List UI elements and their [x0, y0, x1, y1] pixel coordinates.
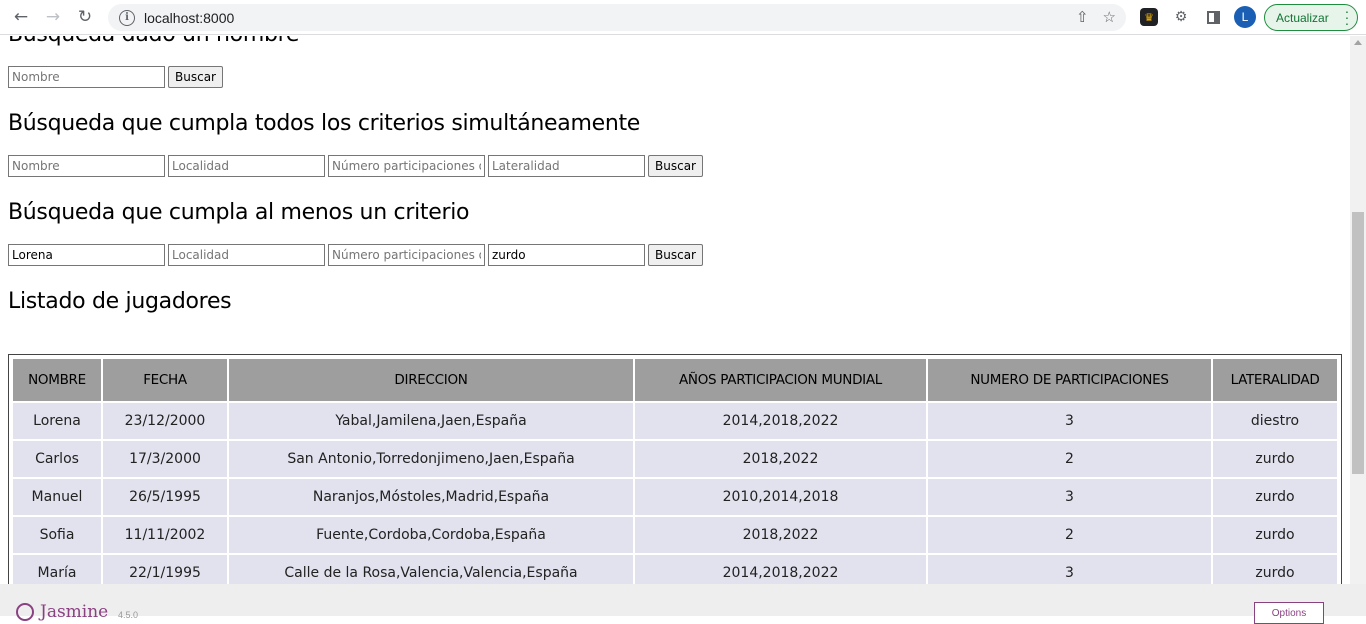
- all-laterality-input[interactable]: [488, 155, 645, 177]
- players-table-wrapper: NOMBRE FECHA DIRECCION AÑOS PARTICIPACIO…: [8, 354, 1342, 584]
- update-label: Actualizar: [1276, 10, 1329, 25]
- side-panel-icon[interactable]: [1202, 6, 1224, 28]
- all-locality-input[interactable]: [168, 155, 325, 177]
- cell-numero: 3: [928, 403, 1211, 439]
- cell-nombre: Sofia: [13, 517, 101, 553]
- table-row: María 22/1/1995 Calle de la Rosa,Valenci…: [13, 555, 1337, 584]
- any-locality-input[interactable]: [168, 244, 325, 266]
- scrollbar-thumb[interactable]: [1352, 212, 1364, 474]
- jasmine-footer: Jasmine 4.5.0 Options: [0, 584, 1366, 624]
- cell-anos: 2010,2014,2018: [635, 479, 926, 515]
- header-anos-participacion: AÑOS PARTICIPACION MUNDIAL: [635, 359, 926, 401]
- scroll-up-icon[interactable]: [1354, 40, 1362, 45]
- table-row: Sofia 11/11/2002 Fuente,Cordoba,Cordoba,…: [13, 517, 1337, 553]
- cell-lateralidad: zurdo: [1213, 441, 1337, 477]
- cell-lateralidad: diestro: [1213, 403, 1337, 439]
- table-row: Manuel 26/5/1995 Naranjos,Móstoles,Madri…: [13, 479, 1337, 515]
- extensions-puzzle-icon[interactable]: ⚙: [1170, 6, 1192, 28]
- bookmark-star-icon[interactable]: ☆: [1103, 8, 1116, 26]
- profile-avatar[interactable]: L: [1234, 6, 1256, 28]
- jasmine-version: 4.5.0: [118, 610, 139, 620]
- cell-nombre: María: [13, 555, 101, 584]
- reload-icon[interactable]: ↻: [74, 6, 96, 28]
- jasmine-name: Jasmine: [40, 602, 109, 622]
- name-input[interactable]: [8, 66, 165, 88]
- cell-direccion: Calle de la Rosa,Valencia,Valencia,Españ…: [229, 555, 633, 584]
- any-participations-input[interactable]: [328, 244, 485, 266]
- extension-crown-icon[interactable]: ♛: [1138, 6, 1160, 28]
- any-name-input[interactable]: [8, 244, 165, 266]
- cell-nombre: Carlos: [13, 441, 101, 477]
- cell-fecha: 17/3/2000: [103, 441, 227, 477]
- header-fecha: FECHA: [103, 359, 227, 401]
- cell-numero: 3: [928, 555, 1211, 584]
- search-all-criteria-title: Búsqueda que cumpla todos los criterios …: [8, 111, 641, 136]
- cell-nombre: Manuel: [13, 479, 101, 515]
- search-all-criteria-button[interactable]: Buscar: [648, 155, 703, 177]
- update-button[interactable]: Actualizar · · ·: [1264, 4, 1358, 31]
- forward-icon[interactable]: →: [42, 6, 64, 28]
- table-row: Carlos 17/3/2000 San Antonio,Torredonjim…: [13, 441, 1337, 477]
- cell-lateralidad: zurdo: [1213, 555, 1337, 584]
- cell-direccion: Fuente,Cordoba,Cordoba,España: [229, 517, 633, 553]
- cell-direccion: Naranjos,Móstoles,Madrid,España: [229, 479, 633, 515]
- header-numero-participaciones: NUMERO DE PARTICIPACIONES: [928, 359, 1211, 401]
- players-list-title: Listado de jugadores: [8, 289, 232, 314]
- cell-lateralidad: zurdo: [1213, 479, 1337, 515]
- options-button[interactable]: Options: [1254, 602, 1324, 624]
- search-any-criteria-button[interactable]: Buscar: [648, 244, 703, 266]
- cell-numero: 2: [928, 441, 1211, 477]
- header-lateralidad: LATERALIDAD: [1213, 359, 1337, 401]
- browser-toolbar: ← → ↻ i localhost:8000 ⇧ ☆ ♛ ⚙ L Actuali…: [0, 0, 1366, 35]
- all-name-input[interactable]: [8, 155, 165, 177]
- cell-fecha: 22/1/1995: [103, 555, 227, 584]
- cell-fecha: 11/11/2002: [103, 517, 227, 553]
- cell-lateralidad: zurdo: [1213, 517, 1337, 553]
- jasmine-flower-icon: [16, 603, 34, 621]
- search-by-name-button[interactable]: Buscar: [168, 66, 223, 88]
- site-info-icon[interactable]: i: [119, 9, 135, 26]
- search-by-name-form: Buscar: [8, 66, 1342, 88]
- search-any-criteria-title: Búsqueda que cumpla al menos un criterio: [8, 200, 470, 225]
- header-direccion: DIRECCION: [229, 359, 633, 401]
- search-all-criteria-form: Buscar: [8, 155, 1342, 177]
- back-icon[interactable]: ←: [10, 6, 32, 28]
- cell-fecha: 26/5/1995: [103, 479, 227, 515]
- players-table: NOMBRE FECHA DIRECCION AÑOS PARTICIPACIO…: [11, 357, 1339, 584]
- header-nombre: NOMBRE: [13, 359, 101, 401]
- cell-anos: 2014,2018,2022: [635, 555, 926, 584]
- search-any-criteria-form: Buscar: [8, 244, 1342, 266]
- cell-direccion: San Antonio,Torredonjimeno,Jaen,España: [229, 441, 633, 477]
- url-text[interactable]: localhost:8000: [144, 10, 234, 26]
- cell-direccion: Yabal,Jamilena,Jaen,España: [229, 403, 633, 439]
- cell-nombre: Lorena: [13, 403, 101, 439]
- address-bar[interactable]: i localhost:8000 ⇧ ☆: [108, 4, 1126, 31]
- cell-numero: 3: [928, 479, 1211, 515]
- jasmine-logo: Jasmine: [16, 602, 108, 622]
- cell-fecha: 23/12/2000: [103, 403, 227, 439]
- cell-anos: 2018,2022: [635, 441, 926, 477]
- share-icon[interactable]: ⇧: [1076, 8, 1089, 26]
- kebab-menu-icon[interactable]: · · ·: [1345, 4, 1350, 30]
- search-by-name-title: Búsqueda dado un nombre: [8, 36, 1342, 50]
- table-header-row: NOMBRE FECHA DIRECCION AÑOS PARTICIPACIO…: [13, 359, 1337, 401]
- cell-anos: 2014,2018,2022: [635, 403, 926, 439]
- all-participations-input[interactable]: [328, 155, 485, 177]
- page-scrollbar[interactable]: [1350, 36, 1366, 584]
- page-viewport: Búsqueda dado un nombre Buscar Búsqueda …: [0, 36, 1350, 584]
- cell-anos: 2018,2022: [635, 517, 926, 553]
- any-laterality-input[interactable]: [488, 244, 645, 266]
- table-row: Lorena 23/12/2000 Yabal,Jamilena,Jaen,Es…: [13, 403, 1337, 439]
- cell-numero: 2: [928, 517, 1211, 553]
